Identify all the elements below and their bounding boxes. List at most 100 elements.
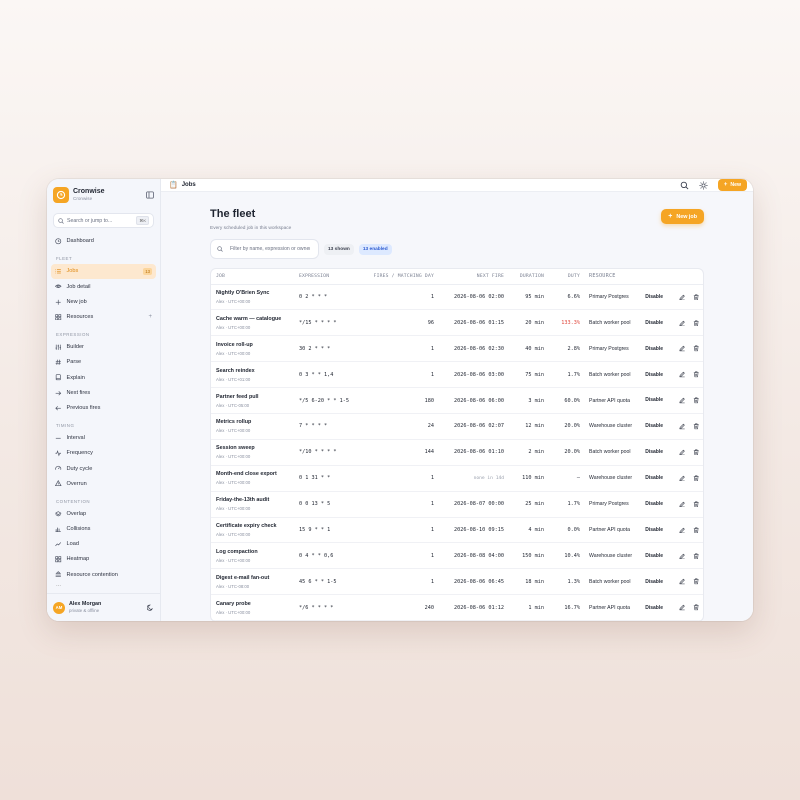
trash-icon[interactable] (693, 527, 700, 534)
job-name[interactable]: Log compaction (216, 549, 294, 555)
trash-icon[interactable] (693, 578, 700, 585)
trash-icon[interactable] (693, 371, 700, 378)
job-name[interactable]: Cache warm — catalogue (216, 316, 294, 322)
disable-job-button[interactable]: Disable (645, 449, 663, 455)
add-resource-icon[interactable]: + (148, 314, 152, 320)
job-name[interactable]: Metrics rollup (216, 419, 294, 425)
sidebar-item-previous-fires[interactable]: Previous fires (51, 401, 156, 416)
sidebar-item-heatmap[interactable]: Heatmap (51, 552, 156, 567)
table-row[interactable]: Digest e-mail fan-out Alex · UTC-08:00 45 … (211, 568, 703, 596)
sidebar-item-next-fires[interactable]: Next fires (51, 386, 156, 401)
table-row[interactable]: Invoice roll-up Alex · UTC+00:00 30 2 * * … (211, 335, 703, 363)
sun-icon[interactable] (699, 180, 708, 190)
sidebar-item-jobs[interactable]: Jobs 13 (51, 264, 156, 279)
disable-job-button[interactable]: Disable (645, 346, 663, 352)
edit-icon[interactable] (679, 371, 686, 378)
disable-job-button[interactable]: Disable (645, 423, 663, 429)
column-header-resource[interactable]: RESOURCE (580, 269, 640, 285)
sidebar-item-overrun[interactable]: Overrun (51, 476, 156, 491)
disable-job-button[interactable]: Disable (645, 372, 663, 378)
edit-icon[interactable] (679, 475, 686, 482)
job-name[interactable]: Nightly O'Brien Sync (216, 290, 294, 296)
table-row[interactable]: Friday-the-13th audit Alex · UTC+00:00 0 0… (211, 491, 703, 518)
edit-icon[interactable] (679, 578, 686, 585)
table-row[interactable]: Canary probe Alex · UTC+00:00 */6 * * * * 2… (211, 594, 703, 621)
table-row[interactable]: Metrics rollup Alex · UTC+00:00 7 * * * * 2… (211, 413, 703, 440)
edit-icon[interactable] (679, 527, 686, 534)
edit-icon[interactable] (679, 449, 686, 456)
disable-job-button[interactable]: Disable (645, 294, 663, 300)
sidebar-item-resource-contention[interactable]: Resource contention (51, 567, 156, 582)
table-row[interactable]: Session sweep Alex · UTC+00:00 */10 * * * … (211, 439, 703, 466)
trash-icon[interactable] (693, 423, 700, 430)
global-search[interactable]: ⌘K (53, 213, 154, 228)
trash-icon[interactable] (693, 320, 700, 327)
column-header-duty[interactable]: DUTY (544, 269, 580, 285)
job-filter[interactable] (210, 239, 319, 259)
trash-icon[interactable] (693, 294, 700, 301)
table-row[interactable]: Certificate expiry check Alex · UTC+00:00… (211, 517, 703, 544)
job-name[interactable]: Friday-the-13th audit (216, 497, 294, 503)
table-row[interactable]: Cache warm — catalogue Alex · UTC+00:00 */… (211, 309, 703, 337)
sidebar-toggle-icon[interactable] (146, 191, 154, 199)
trash-icon[interactable] (693, 397, 700, 404)
job-name[interactable]: Certificate expiry check (216, 523, 294, 529)
edit-icon[interactable] (679, 501, 686, 508)
global-search-input[interactable] (67, 217, 137, 224)
sidebar-item-job-detail[interactable]: Job detail (51, 279, 156, 294)
trash-icon[interactable] (693, 449, 700, 456)
sidebar-item-new-job[interactable]: New job (51, 295, 156, 310)
column-header-next-fire[interactable]: NEXT FIRE (434, 269, 504, 285)
disable-job-button[interactable]: Disable (645, 527, 663, 533)
disable-job-button[interactable]: Disable (645, 501, 663, 507)
table-row[interactable]: Partner feed pull Alex · UTC-05:00 */5 6-2… (211, 387, 703, 414)
disable-job-button[interactable]: Disable (645, 605, 663, 611)
disable-job-button[interactable]: Disable (645, 553, 663, 559)
trash-icon[interactable] (693, 604, 700, 611)
new-job-button[interactable]: + New job (661, 209, 704, 224)
trash-icon[interactable] (693, 345, 700, 352)
edit-icon[interactable] (679, 553, 686, 560)
sidebar-item-dashboard[interactable]: Dashboard (51, 234, 156, 249)
search-icon[interactable] (680, 181, 689, 190)
job-name[interactable]: Month-end close export (216, 471, 294, 477)
job-name[interactable]: Invoice roll-up (216, 342, 294, 348)
sidebar-item-resources[interactable]: Resources + (51, 310, 156, 325)
job-name[interactable]: Digest e-mail fan-out (216, 575, 294, 581)
edit-icon[interactable] (679, 423, 686, 430)
table-row[interactable]: Log compaction Alex · UTC+00:00 0 4 * * 0,… (211, 542, 703, 570)
job-name[interactable]: Search reindex (216, 368, 294, 374)
job-name[interactable]: Canary probe (216, 601, 294, 607)
sidebar-item-load[interactable]: Load (51, 537, 156, 552)
user-panel[interactable]: AM Alex Morgan private & offline (47, 593, 160, 621)
sidebar-item-duty-cycle[interactable]: Duty cycle (51, 461, 156, 476)
sidebar-item-builder[interactable]: Builder (51, 340, 156, 355)
disable-job-button[interactable]: Disable (645, 397, 663, 403)
sidebar-item-parse[interactable]: Parse (51, 355, 156, 370)
sidebar-item-interval[interactable]: Interval (51, 431, 156, 446)
trash-icon[interactable] (693, 475, 700, 482)
edit-icon[interactable] (679, 397, 686, 404)
column-header-job[interactable]: JOB (211, 269, 294, 285)
edit-icon[interactable] (679, 345, 686, 352)
trash-icon[interactable] (693, 501, 700, 508)
table-row[interactable]: Month-end close export Alex · UTC+00:00 0 … (211, 465, 703, 492)
sidebar-item-explain[interactable]: Explain (51, 370, 156, 385)
sidebar-item-overlap[interactable]: Overlap (51, 507, 156, 522)
moon-icon[interactable] (147, 604, 154, 611)
column-header-fires[interactable]: FIRES / MATCHING DAY (369, 269, 434, 285)
trash-icon[interactable] (693, 553, 700, 560)
topbar-new-button[interactable]: + New (717, 179, 747, 191)
disable-job-button[interactable]: Disable (645, 475, 663, 481)
disable-job-button[interactable]: Disable (645, 579, 663, 585)
job-name[interactable]: Session sweep (216, 445, 294, 451)
table-row[interactable]: Nightly O'Brien Sync Alex · UTC+00:00 0 2 … (211, 284, 703, 311)
edit-icon[interactable] (679, 294, 686, 301)
column-header-expression[interactable]: EXPRESSION (294, 269, 369, 285)
disable-job-button[interactable]: Disable (645, 320, 663, 326)
edit-icon[interactable] (679, 320, 686, 327)
table-row[interactable]: Search reindex Alex · UTC+01:00 0 3 * * 1,… (211, 361, 703, 389)
sidebar-item-frequency[interactable]: Frequency (51, 446, 156, 461)
sidebar-item-collisions[interactable]: Collisions (51, 522, 156, 537)
column-header-duration[interactable]: DURATION (504, 269, 544, 285)
